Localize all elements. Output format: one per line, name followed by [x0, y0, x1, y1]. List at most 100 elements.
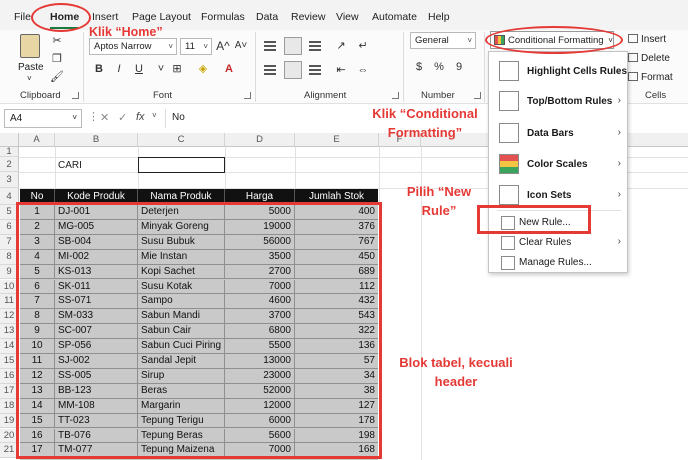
paste-label: Paste: [18, 62, 44, 73]
tab-data[interactable]: Data: [256, 11, 278, 23]
clipboard-group-label: Clipboard: [20, 90, 61, 101]
format-painter-icon[interactable]: 🖌: [50, 70, 64, 84]
annotation-cf-line2: Formatting”: [387, 125, 463, 140]
cari-label: CARI: [58, 160, 82, 171]
menu-item-highlight-cells-rules[interactable]: Highlight Cells Rules ›: [489, 56, 627, 86]
insert-function-icon[interactable]: fx: [136, 111, 145, 123]
menu-item-color-scales[interactable]: Color Scales ›: [489, 149, 627, 179]
column-header-a[interactable]: A: [19, 133, 55, 147]
select-all-corner[interactable]: [0, 133, 19, 147]
chevron-down-icon[interactable]: ˅: [154, 62, 168, 76]
column-header-d[interactable]: D: [225, 133, 295, 147]
row-header-2[interactable]: 2: [0, 157, 19, 172]
group-separator: [484, 32, 485, 102]
align-center-icon[interactable]: [284, 61, 302, 79]
menu-item-label: Highlight Cells Rules: [527, 66, 628, 77]
comma-style-icon[interactable]: 9: [452, 60, 466, 74]
wrap-text-icon[interactable]: ↵: [356, 39, 370, 53]
chevron-down-icon: ˅: [203, 42, 208, 51]
chevron-right-icon: ›: [617, 236, 621, 247]
tab-view[interactable]: View: [336, 11, 359, 23]
annotation-block-line2: header: [434, 374, 478, 389]
insert-cells-button[interactable]: Insert: [628, 34, 666, 45]
font-size-dropdown[interactable]: 11 ˅: [180, 38, 212, 55]
underline-button[interactable]: U: [132, 62, 146, 76]
alignment-group-label: Alignment: [304, 90, 347, 101]
percent-icon[interactable]: %: [432, 60, 446, 74]
row-header-1[interactable]: 1: [0, 147, 19, 157]
annotation-new-rule-line1: Pilih “New: [406, 184, 472, 199]
column-header-c[interactable]: C: [138, 133, 225, 147]
menu-item-top-bottom-rules[interactable]: Top/Bottom Rules ›: [489, 86, 627, 116]
annotation-new-rule-line2: Rule”: [421, 203, 457, 218]
tab-review[interactable]: Review: [291, 11, 325, 23]
cells-group-label: Cells: [645, 90, 667, 101]
increase-font-icon[interactable]: A^: [216, 39, 230, 53]
top-bottom-icon: [499, 91, 519, 111]
chevron-right-icon: ›: [617, 95, 621, 106]
name-box[interactable]: A4 ˅: [4, 109, 82, 128]
align-right-icon[interactable]: [309, 65, 321, 75]
chevron-down-icon: ˅: [72, 113, 77, 122]
italic-button[interactable]: I: [112, 62, 126, 76]
chevron-down-icon: ˅: [168, 42, 173, 51]
menu-item-data-bars[interactable]: Data Bars ›: [489, 118, 627, 148]
chevron-down-icon: ˅: [467, 36, 472, 45]
menu-item-label: Color Scales: [527, 159, 588, 170]
tab-automate[interactable]: Automate: [372, 11, 417, 23]
highlight-cells-icon: [499, 61, 519, 81]
more-options-icon: ⋮: [88, 111, 99, 123]
column-header-b[interactable]: B: [55, 133, 138, 147]
tab-formulas[interactable]: Formulas: [201, 11, 245, 23]
clipboard-launcher-icon[interactable]: [72, 92, 79, 99]
tab-insert[interactable]: Insert: [92, 11, 118, 23]
align-middle-icon[interactable]: [284, 37, 302, 55]
merge-center-icon[interactable]: ⇔: [356, 63, 370, 77]
annotation-cf-circle: [485, 26, 623, 54]
number-group-label: Number: [421, 90, 455, 101]
alignment-launcher-icon[interactable]: [392, 92, 399, 99]
align-top-icon[interactable]: [264, 41, 276, 51]
tab-file[interactable]: File: [14, 11, 31, 23]
icon-sets-icon: [499, 185, 519, 205]
paste-button[interactable]: Paste ˅: [14, 34, 48, 83]
chevron-down-icon: ˅: [27, 74, 32, 83]
fill-color-icon[interactable]: ◈: [196, 62, 210, 76]
decrease-indent-icon[interactable]: ⇤: [334, 63, 348, 77]
menu-item-label: Top/Bottom Rules: [527, 96, 613, 107]
align-bottom-icon[interactable]: [309, 41, 321, 51]
conditional-formatting-menu: Highlight Cells Rules › Top/Bottom Rules…: [488, 51, 628, 273]
tab-page-layout[interactable]: Page Layout: [132, 11, 191, 23]
group-separator: [255, 32, 256, 102]
insert-cells-icon: [628, 34, 638, 43]
search-cell[interactable]: [138, 157, 225, 173]
group-separator: [83, 32, 84, 102]
cancel-icon[interactable]: ✕: [100, 111, 109, 124]
borders-icon[interactable]: ⊞: [170, 62, 184, 76]
delete-cells-button[interactable]: Delete: [628, 53, 670, 64]
font-color-icon[interactable]: A: [222, 62, 236, 76]
row-header-3[interactable]: 3: [0, 172, 19, 188]
format-cells-button[interactable]: Format: [628, 72, 673, 83]
cut-icon[interactable]: ✂: [50, 34, 64, 48]
menu-item-clear-rules[interactable]: Clear Rules ›: [489, 233, 627, 253]
align-left-icon[interactable]: [264, 65, 276, 75]
annotation-block-line1: Blok tabel, kecuali: [399, 355, 513, 370]
chevron-right-icon: ›: [617, 127, 621, 138]
currency-icon[interactable]: $: [412, 60, 426, 74]
number-launcher-icon[interactable]: [474, 92, 481, 99]
enter-icon[interactable]: ✓: [118, 111, 127, 124]
font-launcher-icon[interactable]: [244, 92, 251, 99]
format-cells-label: Format: [641, 72, 673, 83]
number-format-dropdown[interactable]: General ˅: [410, 32, 476, 49]
menu-item-label: Icon Sets: [527, 190, 572, 201]
font-name-dropdown[interactable]: Aptos Narrow ˅: [89, 38, 177, 55]
menu-item-manage-rules[interactable]: Manage Rules...: [489, 253, 627, 273]
copy-icon[interactable]: ❐: [50, 52, 64, 66]
decrease-font-icon[interactable]: A˅: [234, 39, 248, 53]
orientation-icon[interactable]: ↗: [334, 39, 348, 53]
bold-button[interactable]: B: [92, 62, 106, 76]
tab-help[interactable]: Help: [428, 11, 450, 23]
data-bars-icon: [499, 123, 519, 143]
annotation-home-circle: [31, 3, 91, 32]
